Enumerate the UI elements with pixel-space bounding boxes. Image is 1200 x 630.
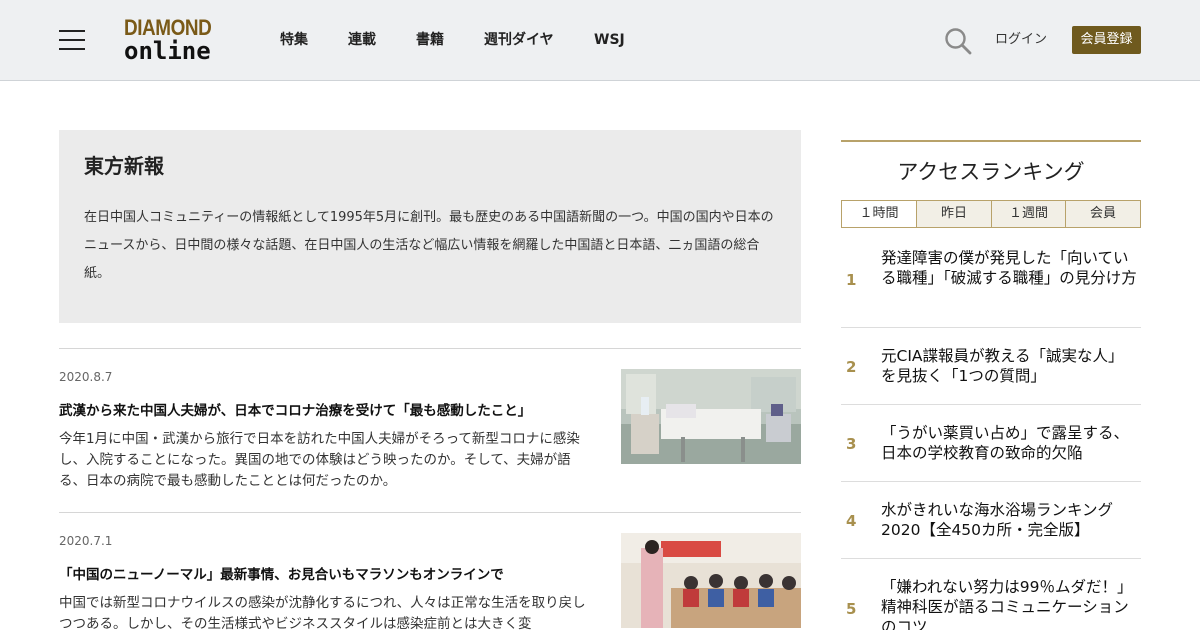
nav-item-feature[interactable]: 特集: [280, 31, 308, 49]
tab-1-hour[interactable]: １時間: [842, 201, 916, 227]
access-ranking: アクセスランキング １時間 昨日 １週間 会員 1 発達障害の僕が発見した「向い…: [841, 140, 1141, 630]
ranking-item[interactable]: 5 「嫌われない努力は99％ムダだ！」精神科医が語るコミュニケーションのコツ: [841, 559, 1141, 630]
ranking-item[interactable]: 3 「うがい薬買い占め」で露呈する、日本の学校教育の致命的欠陥: [841, 405, 1141, 482]
hamburger-icon[interactable]: [59, 30, 85, 50]
article-title[interactable]: 「中国のニューノーマル」最新事情、お見合いもマラソンもオンラインで: [59, 565, 599, 585]
ranking-list: 1 発達障害の僕が発見した「向いている職種」「破滅する職種」の見分け方 2 元C…: [841, 228, 1141, 630]
logo-wordmark-bottom: online: [124, 37, 211, 65]
ranking-item[interactable]: 4 水がきれいな海水浴場ランキング2020【全450カ所・完全版】: [841, 482, 1141, 559]
register-button[interactable]: 会員登録: [1072, 26, 1141, 54]
search-icon[interactable]: [944, 27, 972, 55]
rank-title: 発達障害の僕が発見した「向いている職種」「破滅する職種」の見分け方: [881, 249, 1137, 287]
rank-number: 5: [846, 600, 857, 618]
article-summary: 今年1月に中国・武漢から旅行で日本を訪れた中国人夫婦がそろって新型コロナに感染し…: [59, 431, 580, 489]
rank-number: 4: [846, 512, 857, 530]
article-item: 2020.7.1 「中国のニューノーマル」最新事情、お見合いもマラソンもオンライ…: [59, 512, 801, 630]
tab-members[interactable]: 会員: [1065, 201, 1140, 227]
rank-title: 元CIA諜報員が教える「誠実な人」を見抜く「1つの質問」: [881, 347, 1124, 385]
nav-item-weekly-diamond[interactable]: 週刊ダイヤ: [484, 31, 554, 49]
nav-item-wsj[interactable]: WSJ: [594, 31, 625, 49]
rank-title: 「嫌われない努力は99％ムダだ！」精神科医が語るコミュニケーションのコツ: [881, 578, 1133, 630]
ranking-title: アクセスランキング: [897, 160, 1085, 184]
article-date: 2020.8.7: [59, 370, 113, 384]
nav-item-series[interactable]: 連載: [348, 31, 376, 49]
site-header: DIAMOND online 特集 連載 書籍 週刊ダイヤ WSJ ログイン 会…: [0, 0, 1200, 81]
article-thumbnail-classroom[interactable]: [621, 533, 801, 628]
tab-yesterday[interactable]: 昨日: [916, 201, 991, 227]
nav-item-books[interactable]: 書籍: [416, 31, 444, 49]
rank-number: 2: [846, 358, 857, 376]
publisher-intro: 東方新報 在日中国人コミュニティーの情報紙として1995年5月に創刊。最も歴史の…: [59, 130, 801, 323]
rank-title: 「うがい薬買い占め」で露呈する、日本の学校教育の致命的欠陥: [881, 424, 1130, 462]
publisher-description: 在日中国人コミュニティーの情報紙として1995年5月に創刊。最も歴史のある中国語…: [84, 210, 774, 281]
publisher-title: 東方新報: [84, 154, 164, 178]
rank-number: 3: [846, 435, 857, 453]
ranking-item[interactable]: 2 元CIA諜報員が教える「誠実な人」を見抜く「1つの質問」: [841, 328, 1141, 405]
ranking-item[interactable]: 1 発達障害の僕が発見した「向いている職種」「破滅する職種」の見分け方: [841, 228, 1141, 328]
ranking-tabs: １時間 昨日 １週間 会員: [841, 200, 1141, 228]
article-thumbnail-hospital-room[interactable]: [621, 369, 801, 464]
tab-1-week[interactable]: １週間: [991, 201, 1065, 227]
login-link[interactable]: ログイン: [995, 31, 1047, 49]
article-title[interactable]: 武漢から来た中国人夫婦が、日本でコロナ治療を受けて「最も感動したこと」: [59, 401, 599, 421]
article-date: 2020.7.1: [59, 534, 113, 548]
site-logo[interactable]: DIAMOND online: [124, 16, 228, 65]
article-summary: 中国では新型コロナウイルスの感染が沈静化するにつれ、人々は正常な生活を取り戻しつ…: [59, 595, 586, 630]
rank-title: 水がきれいな海水浴場ランキング2020【全450カ所・完全版】: [881, 501, 1114, 539]
article-item: 2020.8.7 武漢から来た中国人夫婦が、日本でコロナ治療を受けて「最も感動し…: [59, 348, 801, 513]
rank-number: 1: [846, 271, 857, 289]
